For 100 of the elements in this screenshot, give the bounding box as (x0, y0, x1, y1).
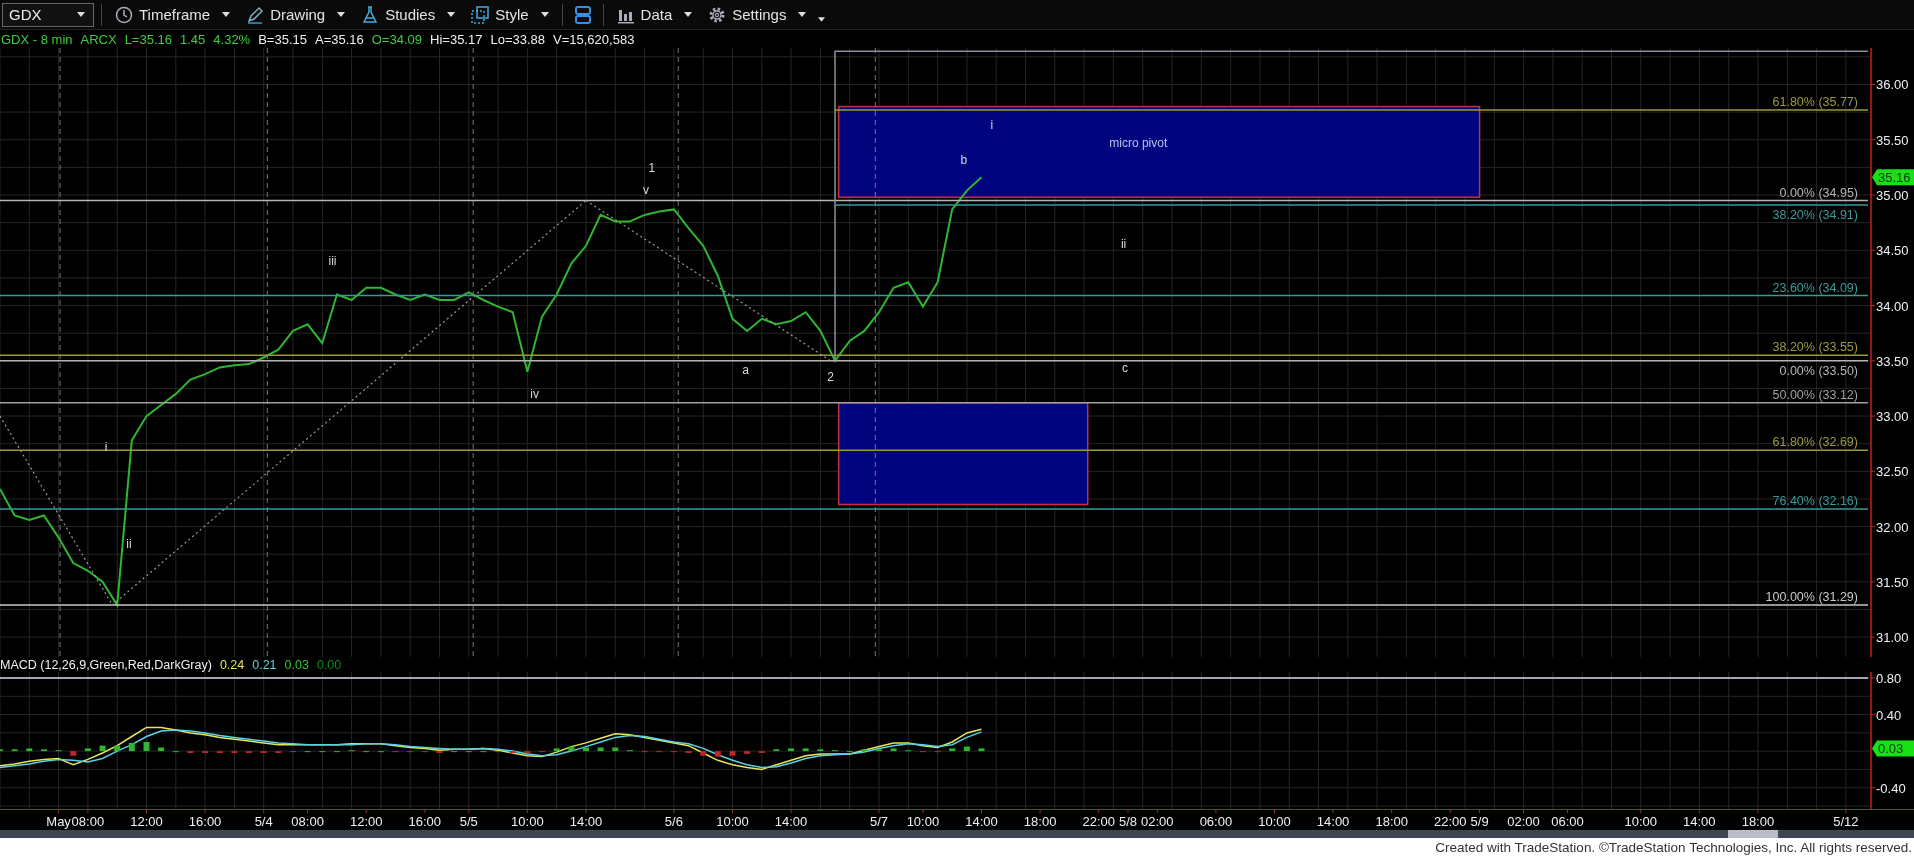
time-axis-label: 18:00 (1023, 814, 1057, 829)
time-axis-label: 08:00 (291, 814, 324, 829)
time-axis-label: 14:00 (774, 814, 808, 829)
price-axis-label: 32.50 (1876, 464, 1909, 480)
time-axis-label: 10:00 (716, 814, 749, 829)
clock-icon (115, 5, 133, 24)
time-axis-label: 14:00 (965, 814, 998, 829)
flask-icon (361, 5, 380, 24)
wave-label: i (104, 439, 108, 454)
wave-label: b (960, 152, 968, 167)
wave-label: 2 (827, 370, 834, 385)
settings-icon (708, 5, 727, 24)
time-axis-label: 08:00 (71, 814, 105, 829)
quote-field: V=15,620,583 (553, 31, 635, 47)
toolbar-menu-button[interactable]: Studies (355, 1, 462, 28)
time-axis-label: 02:00 (1141, 814, 1174, 829)
toolbar-menu-button[interactable]: Style (465, 1, 555, 28)
caret-icon (798, 12, 807, 17)
price-axis-label: 31.50 (1876, 574, 1909, 590)
quote-field: ARCX (80, 31, 117, 47)
time-axis-label: 12:00 (349, 814, 383, 829)
time-axis-label: 14:00 (1683, 814, 1716, 829)
price-axis-label: 35.00 (1876, 188, 1909, 203)
symbol-dropdown[interactable]: GDX (2, 2, 94, 27)
quote-field: L=35.16 (124, 31, 172, 47)
fib-level-label: 23.60% (34.09) (1772, 280, 1858, 295)
caret-icon (447, 12, 456, 17)
toolbar-menu-button[interactable]: Settings (702, 1, 813, 28)
indicator-axis-label: 0.40 (1876, 707, 1902, 723)
time-axis-label: 12:00 (130, 814, 163, 829)
time-axis-label: 10:00 (906, 814, 940, 829)
price-axis-label: 34.00 (1876, 298, 1909, 314)
indicator-value: 0.00 (316, 657, 342, 672)
indicator-axis-label: -0.40 (1876, 780, 1906, 796)
wave-label: ii (126, 537, 132, 552)
time-axis-label: 14:00 (569, 814, 603, 829)
dashed-square-icon (471, 5, 490, 24)
time-axis-label: 22:00 (1434, 814, 1467, 829)
time-axis-label: May (46, 814, 71, 829)
copyright-text: Created with TradeStation. ©TradeStation Technologies, Inc. All rights reserved. (1435, 839, 1912, 855)
price-axis-label: 32.00 (1876, 519, 1909, 535)
time-axis-label: 16:00 (408, 814, 442, 829)
indicator-value: 0.21 (252, 657, 277, 672)
time-axis-label: 14:00 (1316, 814, 1350, 829)
fib-level-label: 76.40% (32.16) (1772, 493, 1858, 508)
time-axis-label: 22:00 (1082, 814, 1115, 829)
time-axis-label: 5/8 (1118, 814, 1138, 829)
fib-level-label: 100.00% (31.29) (1765, 590, 1858, 605)
scrollbar[interactable] (0, 830, 1914, 838)
time-axis-label: 06:00 (1199, 814, 1233, 829)
time-axis-label: 10:00 (1258, 814, 1291, 829)
pen-icon (246, 5, 265, 24)
caret-icon (77, 12, 85, 17)
indicator-value: 0.03 (284, 657, 309, 672)
time-axis-label: 18:00 (1741, 814, 1775, 829)
fib-level-label: 50.00% (33.12) (1772, 387, 1858, 402)
wave-label: ii (1120, 236, 1127, 251)
quote-field: GDX - 8 min (1, 31, 73, 47)
time-axis-label: 5/6 (664, 814, 683, 829)
time-axis-label: 5/9 (1470, 814, 1489, 829)
wave-label: v (643, 183, 650, 198)
time-axis-label: 18:00 (1375, 814, 1408, 829)
caret-icon (684, 12, 693, 17)
time-axis-label: 16:00 (188, 814, 222, 829)
fib-level-label: 61.80% (32.69) (1772, 435, 1858, 450)
indicator-title: MACD (12,26,9,Green,Red,DarkGray) (0, 657, 212, 672)
wave-label: c (1122, 361, 1129, 376)
quote-field: A=35.16 (315, 31, 364, 47)
caret-icon (337, 12, 346, 17)
indicator-value-tag: 0.03 (1872, 740, 1914, 757)
time-axis-label: 02:00 (1507, 814, 1540, 829)
layout-icon (573, 5, 592, 24)
price-axis-label: 31.00 (1876, 630, 1909, 646)
wave-label: iv (530, 386, 540, 401)
quote-field: Lo=33.88 (490, 31, 546, 47)
fib-level-label: 0.00% (34.95) (1779, 185, 1858, 200)
caret-icon (222, 12, 231, 17)
chart-note: micro pivot (1109, 135, 1168, 150)
last-price-tag: 35.16 (1872, 169, 1914, 186)
quote-field: Hi=35.17 (430, 31, 483, 47)
indicator-axis-label: 0.80 (1876, 672, 1902, 686)
price-axis-label: 35.50 (1876, 132, 1909, 148)
time-axis-label: 06:00 (1551, 814, 1584, 829)
fib-level-label: 61.80% (35.77) (1772, 94, 1858, 109)
quote-field: 1.45 (180, 31, 206, 47)
quote-field: 4.32% (213, 31, 251, 47)
caret-icon (818, 17, 826, 22)
toolbar-menu-button[interactable]: Data (610, 1, 699, 28)
fib-level-label: 38.20% (34.91) (1772, 207, 1858, 222)
quote-field: B=35.15 (258, 31, 307, 47)
toolbar-menu-button[interactable]: Timeframe (109, 1, 237, 28)
scrollbar-thumb[interactable] (1728, 830, 1778, 838)
time-axis-label: 5/12 (1833, 814, 1859, 829)
toolbar-menu-button[interactable]: Drawing (240, 1, 352, 28)
time-axis-label: 5/4 (254, 814, 273, 829)
time-axis-label: 10:00 (511, 814, 544, 829)
price-axis-label: 34.50 (1876, 243, 1909, 259)
time-axis-label: 5/5 (459, 814, 478, 829)
wave-label: iii (328, 254, 337, 269)
time-axis-label: 5/7 (869, 814, 888, 829)
